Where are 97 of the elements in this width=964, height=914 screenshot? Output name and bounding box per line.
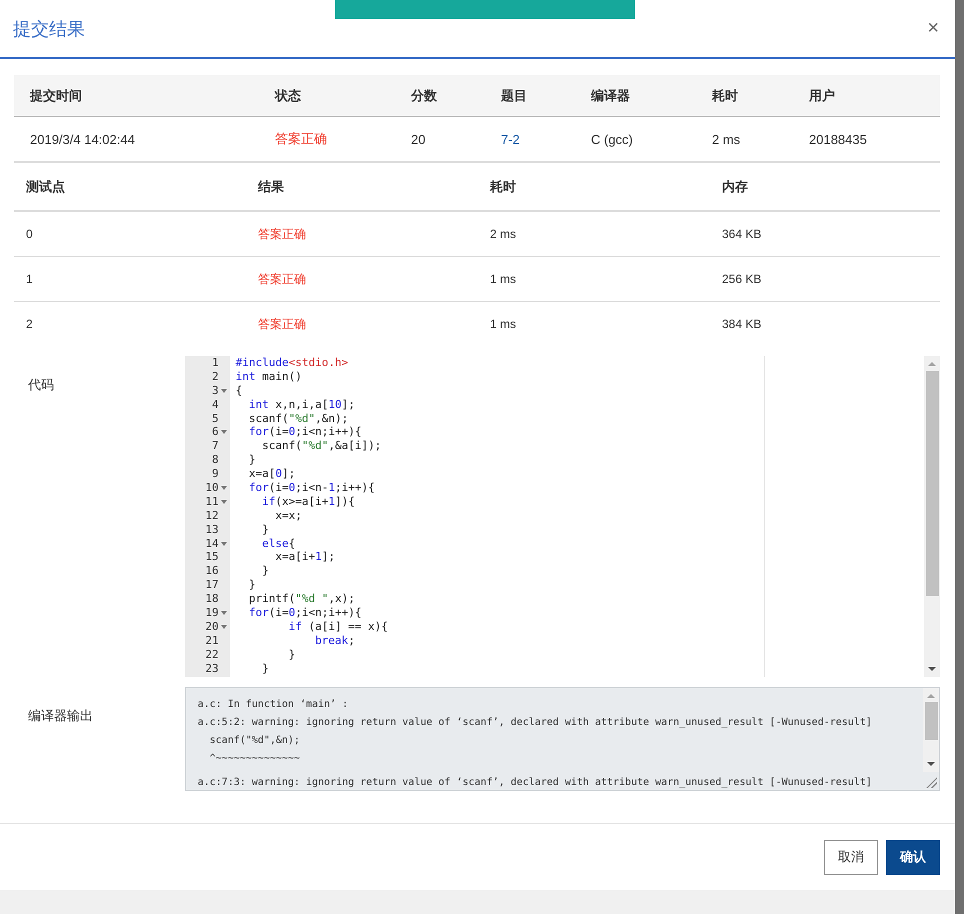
- table-cell: 答案正确: [246, 211, 478, 256]
- code-line: }: [261, 662, 269, 676]
- line-number: 17: [204, 578, 219, 592]
- table-cell: 256 KB: [710, 256, 940, 302]
- code-line: break;: [314, 634, 355, 648]
- code-line: }: [248, 578, 256, 592]
- code-line: {: [234, 384, 242, 398]
- column-header: 分数: [395, 75, 485, 116]
- code-line: if(x>=a[i+1]){: [261, 494, 355, 509]
- output-line: scanf("%d",&n);: [208, 734, 301, 748]
- close-button[interactable]: ×: [927, 17, 939, 40]
- code-line: for(i=0;i<n;i++){: [248, 425, 362, 440]
- line-number: 3: [210, 384, 219, 398]
- code-label: 代码: [27, 376, 55, 394]
- code-line: }: [248, 453, 256, 468]
- table-cell: 2 ms: [478, 211, 710, 256]
- line-number: 7: [210, 439, 219, 454]
- line-number: 14: [204, 536, 219, 550]
- line-number: 4: [210, 398, 219, 412]
- fold-icon[interactable]: [221, 542, 228, 546]
- column-header: 测试点: [14, 163, 246, 211]
- compiler-output-label: 编译器输出: [27, 707, 94, 725]
- table-cell: 2: [14, 302, 246, 346]
- code-line: x=a[0];: [248, 467, 296, 482]
- fold-icon[interactable]: [221, 624, 228, 629]
- line-number: 12: [204, 508, 219, 523]
- code-line: for(i=0;i<n-1;i++){: [248, 481, 375, 495]
- output-line: ^~~~~~~~~~~~~~~: [208, 752, 301, 766]
- code-line: }: [288, 648, 296, 662]
- code-line: }: [261, 522, 269, 537]
- line-number: 5: [210, 412, 219, 426]
- line-number: 11: [204, 494, 219, 509]
- dialog-title: 提交结果: [13, 18, 85, 40]
- line-number: 1: [210, 356, 219, 370]
- fold-icon[interactable]: [221, 430, 228, 434]
- table-cell: 2 ms: [696, 116, 793, 162]
- line-number: 13: [204, 522, 219, 537]
- fold-icon[interactable]: [221, 388, 228, 393]
- code-line: #include<stdio.h>: [234, 356, 348, 370]
- table-cell: 364 KB: [710, 211, 940, 256]
- line-number: 22: [204, 648, 219, 662]
- table-cell: 1: [14, 256, 246, 302]
- problem-link[interactable]: 7-2: [501, 132, 520, 146]
- line-number: 10: [204, 481, 219, 495]
- scrollbar[interactable]: [924, 356, 940, 677]
- output-line: a.c:5:2: warning: ignoring return value of ‘scanf’, declared with attribute warn_unused_result [-Wunused-result]: [198, 716, 873, 730]
- table-cell: 20: [395, 116, 485, 162]
- confirm-button[interactable]: 确认: [886, 840, 940, 874]
- column-header: 提交时间: [14, 75, 259, 116]
- table-cell: 1 ms: [478, 256, 710, 302]
- table-cell: C (gcc): [575, 116, 696, 162]
- code-line: scanf("%d",&n);: [248, 412, 348, 426]
- fold-icon[interactable]: [221, 610, 228, 615]
- page-scrollbar[interactable]: [955, 0, 964, 914]
- fold-icon[interactable]: [221, 486, 228, 490]
- output-line: a.c:7:3: warning: ignoring return value of ‘scanf’, declared with attribute warn_unused_result [-Wunused-result]: [198, 776, 873, 790]
- line-number: 6: [210, 425, 219, 440]
- table-cell: 0: [14, 211, 246, 256]
- cancel-button[interactable]: 取消: [824, 840, 878, 874]
- output-line: a.c: In function ‘main’ :: [198, 698, 350, 712]
- scrollbar[interactable]: [923, 688, 939, 772]
- table-cell: 20188435: [793, 116, 940, 162]
- line-number: 23: [204, 662, 219, 676]
- line-number: 8: [210, 453, 219, 468]
- code-line: int x,n,i,a[10];: [248, 398, 355, 412]
- column-header: 用户: [793, 75, 940, 116]
- column-header: 编译器: [575, 75, 696, 116]
- column-header: 耗时: [478, 163, 710, 211]
- table-cell: 答案正确: [246, 302, 478, 346]
- table-cell: 384 KB: [710, 302, 940, 346]
- code-line: int main(): [234, 370, 302, 384]
- column-header: 内存: [710, 163, 940, 211]
- line-number: 2: [210, 370, 219, 384]
- code-line: scanf("%d",&a[i]);: [261, 439, 382, 454]
- line-number: 9: [210, 467, 219, 482]
- code-line: for(i=0;i<n;i++){: [248, 606, 362, 620]
- fold-icon[interactable]: [221, 500, 228, 504]
- code-line: x=a[i+1];: [274, 550, 335, 564]
- code-line: }: [261, 564, 269, 578]
- column-header: 耗时: [696, 75, 793, 116]
- column-header: 题目: [485, 75, 575, 116]
- code-line: x=x;: [274, 508, 302, 523]
- line-number: 21: [204, 634, 219, 648]
- code-line: printf("%d ",x);: [248, 592, 355, 606]
- table-cell: 1 ms: [478, 302, 710, 346]
- line-number: 20: [204, 620, 219, 634]
- line-number: 19: [204, 606, 219, 620]
- line-number: 16: [204, 564, 219, 578]
- line-number: 18: [204, 592, 219, 606]
- table-cell: 答案正确: [259, 116, 395, 162]
- table-cell: 2019/3/4 14:02:44: [14, 116, 259, 162]
- code-line: if (a[i] == x){: [288, 620, 388, 634]
- table-cell: 答案正确: [246, 256, 478, 302]
- line-number: 15: [204, 550, 219, 564]
- column-header: 结果: [246, 163, 478, 211]
- code-line: else{: [261, 536, 296, 550]
- column-header: 状态: [259, 75, 395, 116]
